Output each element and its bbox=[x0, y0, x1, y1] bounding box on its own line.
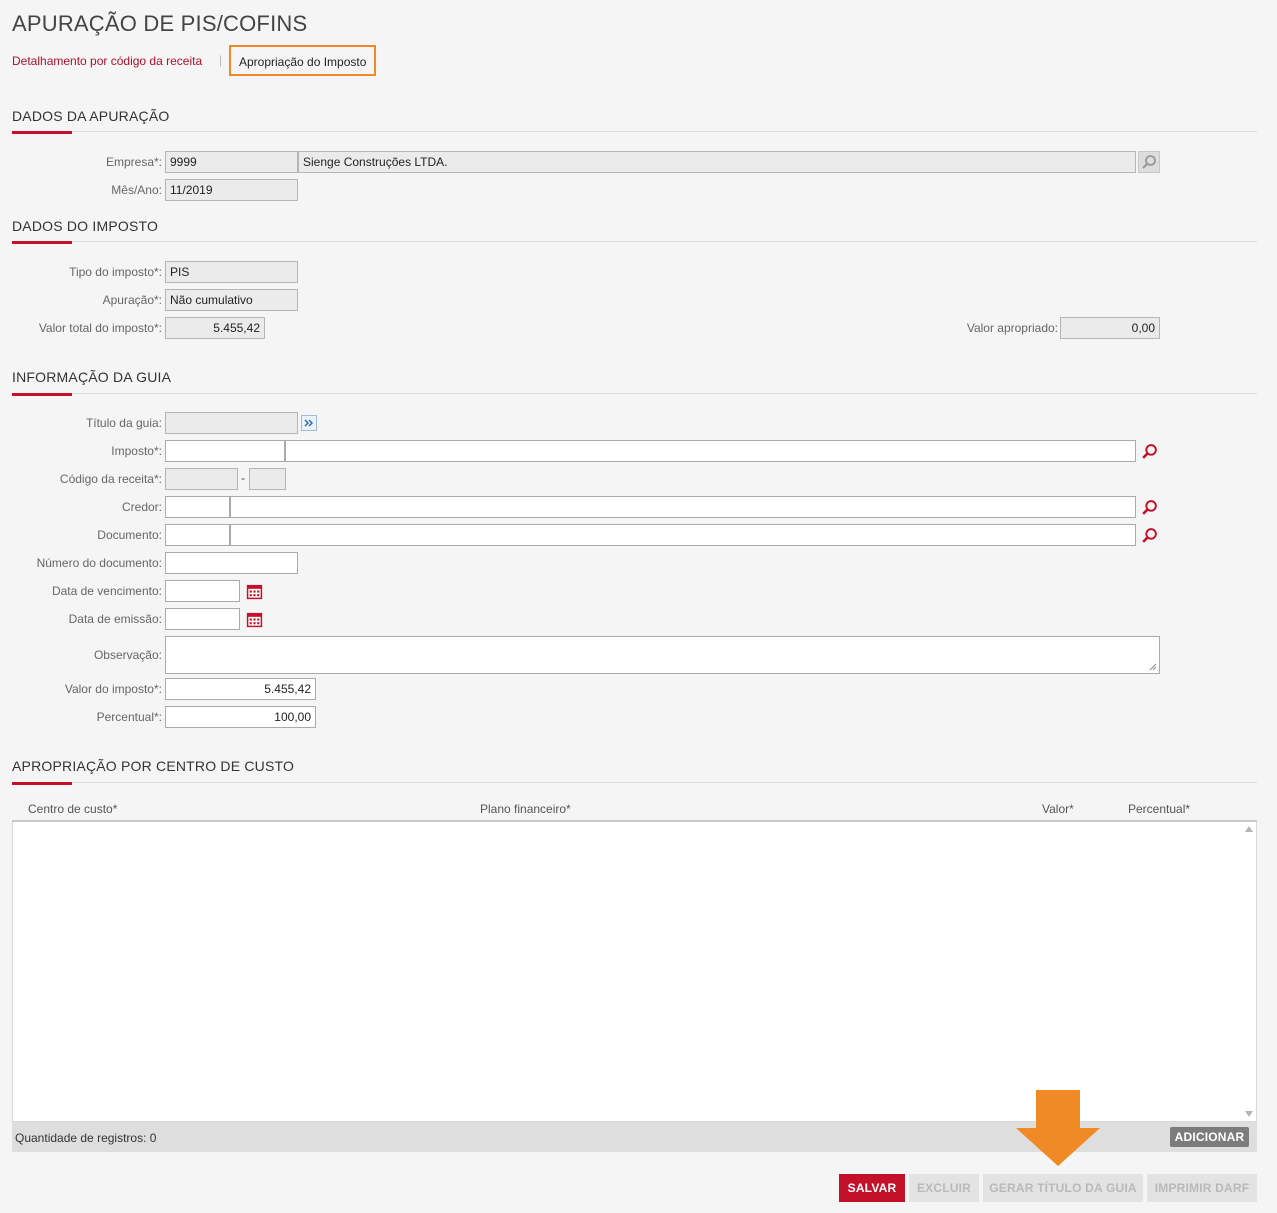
valor-imposto-label: Valor do imposto*: bbox=[64, 682, 162, 696]
section-divider bbox=[12, 393, 1257, 394]
imposto-label: Imposto*: bbox=[111, 444, 162, 458]
mes-ano-field[interactable]: 11/2019 bbox=[165, 179, 298, 201]
tab-separator: | bbox=[219, 53, 223, 67]
empresa-label: Empresa*: bbox=[105, 155, 162, 169]
tipo-imposto-label: Tipo do imposto*: bbox=[69, 265, 162, 279]
percentual-input[interactable]: 100,00 bbox=[165, 706, 316, 728]
resize-handle-icon[interactable] bbox=[1149, 663, 1157, 671]
imprimir-darf-button[interactable]: IMPRIMIR DARF bbox=[1147, 1174, 1257, 1202]
section-title-apropriacao: APROPRIAÇÃO POR CENTRO DE CUSTO bbox=[12, 758, 295, 774]
section-accent bbox=[12, 393, 72, 396]
codigo-dash: - bbox=[241, 471, 245, 485]
credor-name-input[interactable] bbox=[230, 496, 1136, 518]
column-header-centro-custo[interactable]: Centro de custo* bbox=[28, 802, 117, 816]
section-divider bbox=[12, 241, 1257, 242]
column-header-plano-financeiro[interactable]: Plano financeiro* bbox=[480, 802, 571, 816]
gerar-titulo-button[interactable]: GERAR TÍTULO DA GUIA bbox=[983, 1174, 1143, 1202]
section-title-guia: INFORMAÇÃO DA GUIA bbox=[12, 369, 172, 385]
valor-total-label: Valor total do imposto*: bbox=[38, 321, 162, 335]
section-divider bbox=[12, 782, 1257, 783]
imposto-name-input[interactable] bbox=[285, 440, 1136, 462]
grid-header: Centro de custo* Plano financeiro* Valor… bbox=[12, 796, 1257, 822]
valor-imposto-input[interactable]: 5.455,42 bbox=[165, 678, 316, 700]
salvar-button[interactable]: SALVAR bbox=[839, 1174, 905, 1202]
search-icon[interactable] bbox=[1138, 440, 1160, 462]
documento-name-input[interactable] bbox=[230, 524, 1136, 546]
forward-icon[interactable] bbox=[301, 415, 317, 431]
codigo-receita-suffix-field[interactable] bbox=[249, 468, 286, 490]
titulo-guia-label: Título da guia: bbox=[85, 416, 162, 430]
numero-documento-input[interactable] bbox=[165, 552, 298, 574]
documento-label: Documento: bbox=[97, 528, 162, 542]
section-accent bbox=[12, 131, 72, 134]
numero-documento-label: Número do documento: bbox=[36, 556, 162, 570]
adicionar-button[interactable]: ADICIONAR bbox=[1170, 1127, 1249, 1147]
data-emissao-input[interactable] bbox=[165, 608, 240, 630]
titulo-guia-field[interactable] bbox=[165, 412, 298, 434]
column-header-valor[interactable]: Valor* bbox=[1042, 802, 1074, 816]
search-icon[interactable] bbox=[1138, 151, 1160, 173]
credor-code-input[interactable] bbox=[165, 496, 230, 518]
section-title-apuracao: DADOS DA APURAÇÃO bbox=[12, 108, 170, 124]
tab-apropriacao[interactable]: Apropriação do Imposto bbox=[229, 45, 376, 76]
page-title: APURAÇÃO DE PIS/COFINS bbox=[12, 11, 308, 36]
mes-label: Mês/Ano: bbox=[111, 183, 162, 197]
tipo-imposto-field[interactable]: PIS bbox=[165, 261, 298, 283]
valor-total-field[interactable]: 5.455,42 bbox=[165, 317, 265, 339]
codigo-receita-label: Código da receita*: bbox=[59, 472, 162, 486]
calendar-icon[interactable] bbox=[243, 580, 265, 602]
empresa-name-field[interactable]: Sienge Construções LTDA. bbox=[298, 151, 1136, 173]
codigo-receita-field[interactable] bbox=[165, 468, 238, 490]
arrow-down-icon[interactable] bbox=[1245, 1111, 1253, 1117]
apuracao-field[interactable]: Não cumulativo bbox=[165, 289, 298, 311]
valor-apropriado-field[interactable]: 0,00 bbox=[1060, 317, 1160, 339]
calendar-icon[interactable] bbox=[243, 608, 265, 630]
data-vencimento-label: Data de vencimento: bbox=[51, 584, 162, 598]
data-emissao-label: Data de emissão: bbox=[68, 612, 162, 626]
section-title-imposto: DADOS DO IMPOSTO bbox=[12, 218, 159, 234]
apuracao-label: Apuração*: bbox=[102, 293, 162, 307]
observacao-label: Observação: bbox=[93, 648, 162, 662]
arrow-down-icon bbox=[1016, 1090, 1100, 1166]
excluir-button[interactable]: EXCLUIR bbox=[909, 1174, 979, 1202]
search-icon[interactable] bbox=[1138, 496, 1160, 518]
credor-label: Credor: bbox=[121, 500, 162, 514]
empresa-code-field[interactable]: 9999 bbox=[165, 151, 298, 173]
grid-scrollbar[interactable] bbox=[1242, 822, 1256, 1121]
section-divider bbox=[12, 131, 1257, 132]
record-count: Quantidade de registros: 0 bbox=[15, 1131, 157, 1145]
imposto-code-input[interactable] bbox=[165, 440, 285, 462]
documento-code-input[interactable] bbox=[165, 524, 230, 546]
valor-apropriado-label: Valor apropriado: bbox=[966, 321, 1058, 335]
arrow-up-icon[interactable] bbox=[1245, 826, 1253, 832]
data-vencimento-input[interactable] bbox=[165, 580, 240, 602]
tab-detalhamento[interactable]: Detalhamento por código da receita bbox=[12, 54, 202, 68]
section-accent bbox=[12, 782, 72, 785]
percentual-label: Percentual*: bbox=[96, 710, 162, 724]
column-header-percentual[interactable]: Percentual* bbox=[1128, 802, 1190, 816]
observacao-textarea[interactable] bbox=[165, 636, 1160, 674]
search-icon[interactable] bbox=[1138, 524, 1160, 546]
section-accent bbox=[12, 241, 72, 244]
grid-body bbox=[12, 822, 1257, 1122]
